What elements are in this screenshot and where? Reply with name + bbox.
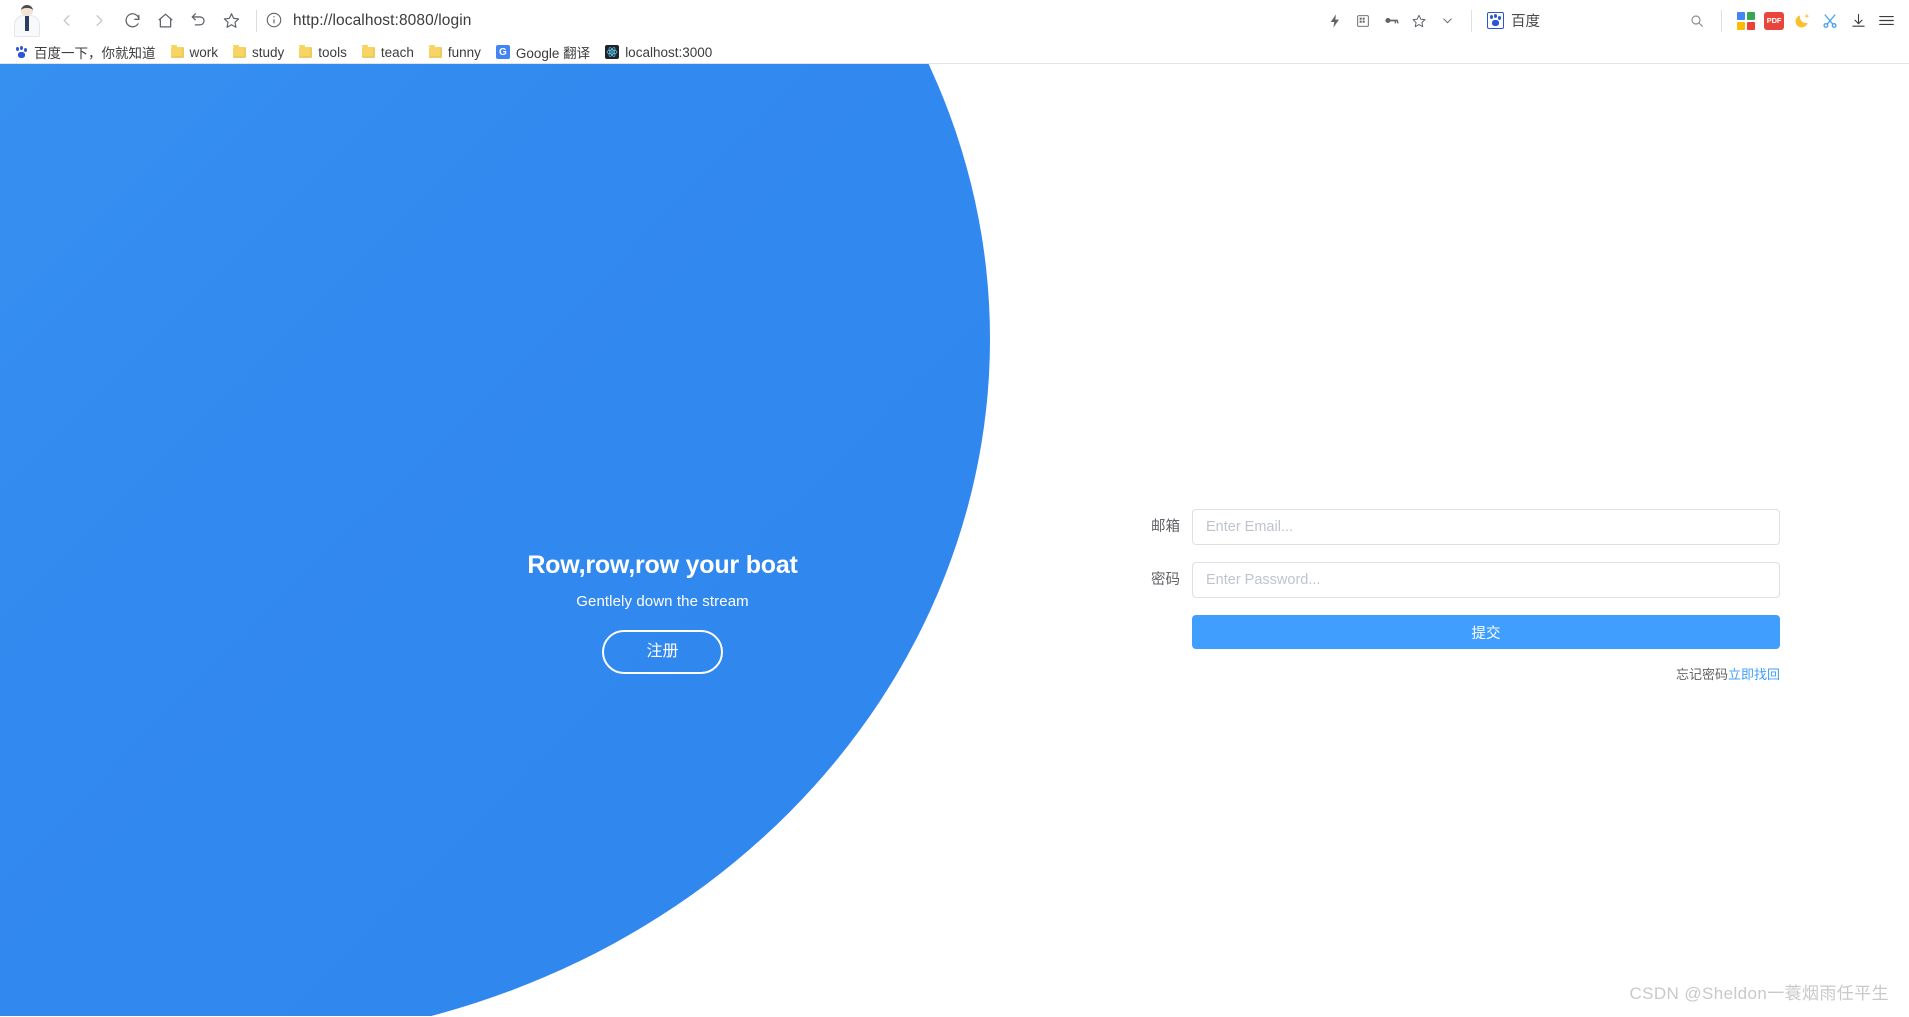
hero-blue-circle (0, 64, 990, 1016)
folder-icon (428, 44, 442, 58)
bookmark-label: work (189, 44, 219, 60)
bookmark-label: 百度一下，你就知道 (34, 46, 156, 61)
menu-hamburger-icon[interactable] (1873, 8, 1899, 34)
react-icon (605, 45, 620, 59)
forgot-password-text: 忘记密码 (1675, 667, 1728, 682)
toolbar-divider (256, 9, 257, 32)
url-text: http://localhost:8080/login (293, 11, 472, 29)
search-icon[interactable] (1684, 8, 1710, 34)
home-icon (158, 13, 173, 28)
bookmark-baidu[interactable]: 百度一下，你就知道 (8, 41, 165, 63)
hero-section: Row,row,row your boat Gentlely down the … (0, 550, 1325, 674)
omnibox-icons: 百度 (1322, 8, 1544, 34)
bookmark-google-translate[interactable]: G Google 翻译 (490, 41, 599, 63)
baidu-label: 百度 (1511, 14, 1540, 30)
undo-button[interactable] (182, 4, 215, 37)
profile-avatar[interactable] (4, 2, 50, 40)
home-button[interactable] (149, 4, 182, 37)
browser-extension-icons: PDF (1684, 8, 1899, 34)
hero-title: Row,row,row your boat (527, 551, 798, 579)
bookmark-star-button[interactable] (215, 4, 248, 37)
night-mode-icon[interactable] (1789, 8, 1815, 34)
bookmark-tools[interactable]: tools (293, 41, 356, 63)
star-icon (223, 13, 240, 28)
baidu-paw-icon (1487, 12, 1504, 29)
bookmark-label: funny (447, 44, 481, 60)
bookmark-teach[interactable]: teach (356, 41, 423, 63)
bookmarks-bar: 百度一下，你就知道 work study tools teach funny G (0, 41, 1909, 64)
submit-row: 提交 (1140, 615, 1780, 649)
email-label: 邮箱 (1151, 518, 1180, 535)
email-row: 邮箱 (1140, 509, 1780, 545)
avatar-tie (25, 15, 29, 31)
chevron-right-icon (96, 15, 103, 26)
apps-grid-icon[interactable] (1733, 8, 1759, 34)
baidu-search-chip[interactable]: 百度 (1483, 10, 1544, 31)
bookmark-label: Google 翻译 (515, 46, 591, 61)
reload-button[interactable] (116, 4, 149, 37)
toolbar-divider-3 (1721, 9, 1722, 32)
bookmark-study[interactable]: study (227, 41, 293, 63)
browser-toolbar: http://localhost:8080/login 百度 PDF (0, 0, 1909, 41)
key-password-icon[interactable] (1378, 8, 1404, 34)
folder-icon (233, 44, 247, 58)
screenshot-scissors-icon[interactable] (1817, 8, 1843, 34)
star-bookmark-icon[interactable] (1406, 8, 1432, 34)
google-translate-icon: G (495, 45, 510, 59)
browser-chrome: http://localhost:8080/login 百度 PDF 百度一下，… (0, 0, 1909, 64)
page-content: Row,row,row your boat Gentlely down the … (0, 64, 1909, 1016)
submit-button[interactable]: 提交 (1192, 615, 1780, 649)
toolbar-divider-2 (1471, 9, 1472, 32)
pdf-tool-icon[interactable]: PDF (1761, 8, 1787, 34)
extensions-grid-icon[interactable] (1350, 8, 1376, 34)
undo-arrow-icon (191, 13, 205, 26)
chevron-down-icon[interactable] (1434, 8, 1460, 34)
avatar-head (21, 4, 33, 16)
chevron-left-icon (63, 15, 70, 26)
email-input[interactable] (1192, 509, 1780, 545)
folder-icon (361, 44, 375, 58)
downloads-icon[interactable] (1845, 8, 1871, 34)
forgot-password-row: 忘记密码立即找回 (1140, 668, 1780, 681)
bookmark-label: study (252, 44, 285, 60)
folder-icon (299, 44, 313, 58)
back-button[interactable] (50, 4, 83, 37)
forward-button[interactable] (83, 4, 116, 37)
baidu-paw-icon (14, 45, 28, 59)
lightning-icon[interactable] (1322, 8, 1348, 34)
bookmark-label: teach (380, 44, 414, 60)
forgot-password-link[interactable]: 立即找回 (1728, 667, 1780, 682)
bookmark-localhost-3000[interactable]: localhost:3000 (599, 41, 721, 63)
reload-icon (125, 13, 140, 28)
folder-icon (170, 44, 184, 58)
bookmark-label: localhost:3000 (625, 44, 713, 60)
hero-subtitle: Gentlely down the stream (576, 593, 749, 610)
login-form: 邮箱 密码 提交 忘记密码立即找回 (1140, 509, 1780, 681)
site-info-icon[interactable] (265, 11, 285, 31)
address-bar[interactable]: http://localhost:8080/login (265, 4, 1322, 37)
register-button[interactable]: 注册 (602, 630, 723, 674)
password-label: 密码 (1151, 571, 1180, 588)
password-input[interactable] (1192, 562, 1780, 598)
bookmark-label: tools (318, 44, 347, 60)
bookmark-funny[interactable]: funny (423, 41, 490, 63)
password-row: 密码 (1140, 562, 1780, 598)
csdn-watermark: CSDN @Sheldon一蓑烟雨任平生 (1629, 984, 1889, 1003)
bookmark-work[interactable]: work (165, 41, 228, 63)
avatar-image (12, 4, 42, 38)
